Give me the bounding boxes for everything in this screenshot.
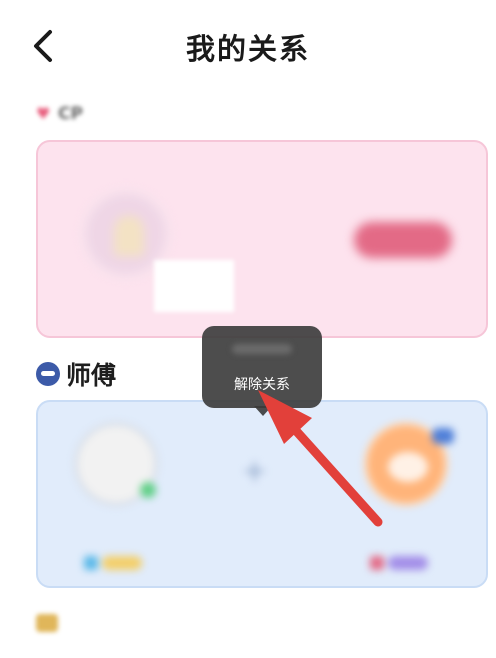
third-section-label — [36, 614, 64, 632]
popup-hint — [232, 344, 292, 354]
page-title: 我的关系 — [185, 32, 310, 66]
context-popup: 解除关系 — [202, 326, 322, 416]
heart-icon: ♥ — [36, 104, 51, 123]
cp-cover-patch — [154, 260, 234, 312]
popup-tail — [254, 406, 272, 416]
master-section-label: 师傅 — [36, 356, 116, 392]
master-badges-1 — [84, 556, 142, 570]
master-card: + — [36, 400, 488, 588]
cp-section-label: ♥ CP — [36, 104, 83, 124]
crown-icon — [36, 614, 58, 632]
add-master-icon[interactable]: + — [242, 454, 267, 489]
cp-card[interactable] — [36, 140, 488, 338]
unbind-relation-button[interactable]: 解除关系 — [202, 374, 322, 394]
master-avatar-3[interactable] — [364, 422, 454, 506]
cp-invite-button[interactable] — [354, 222, 452, 258]
master-badges-3 — [370, 556, 428, 570]
mustache-icon — [36, 362, 60, 386]
app-header: 我的关系 — [0, 0, 496, 92]
online-dot-icon — [140, 482, 156, 498]
master-avatar-1[interactable] — [74, 422, 158, 506]
